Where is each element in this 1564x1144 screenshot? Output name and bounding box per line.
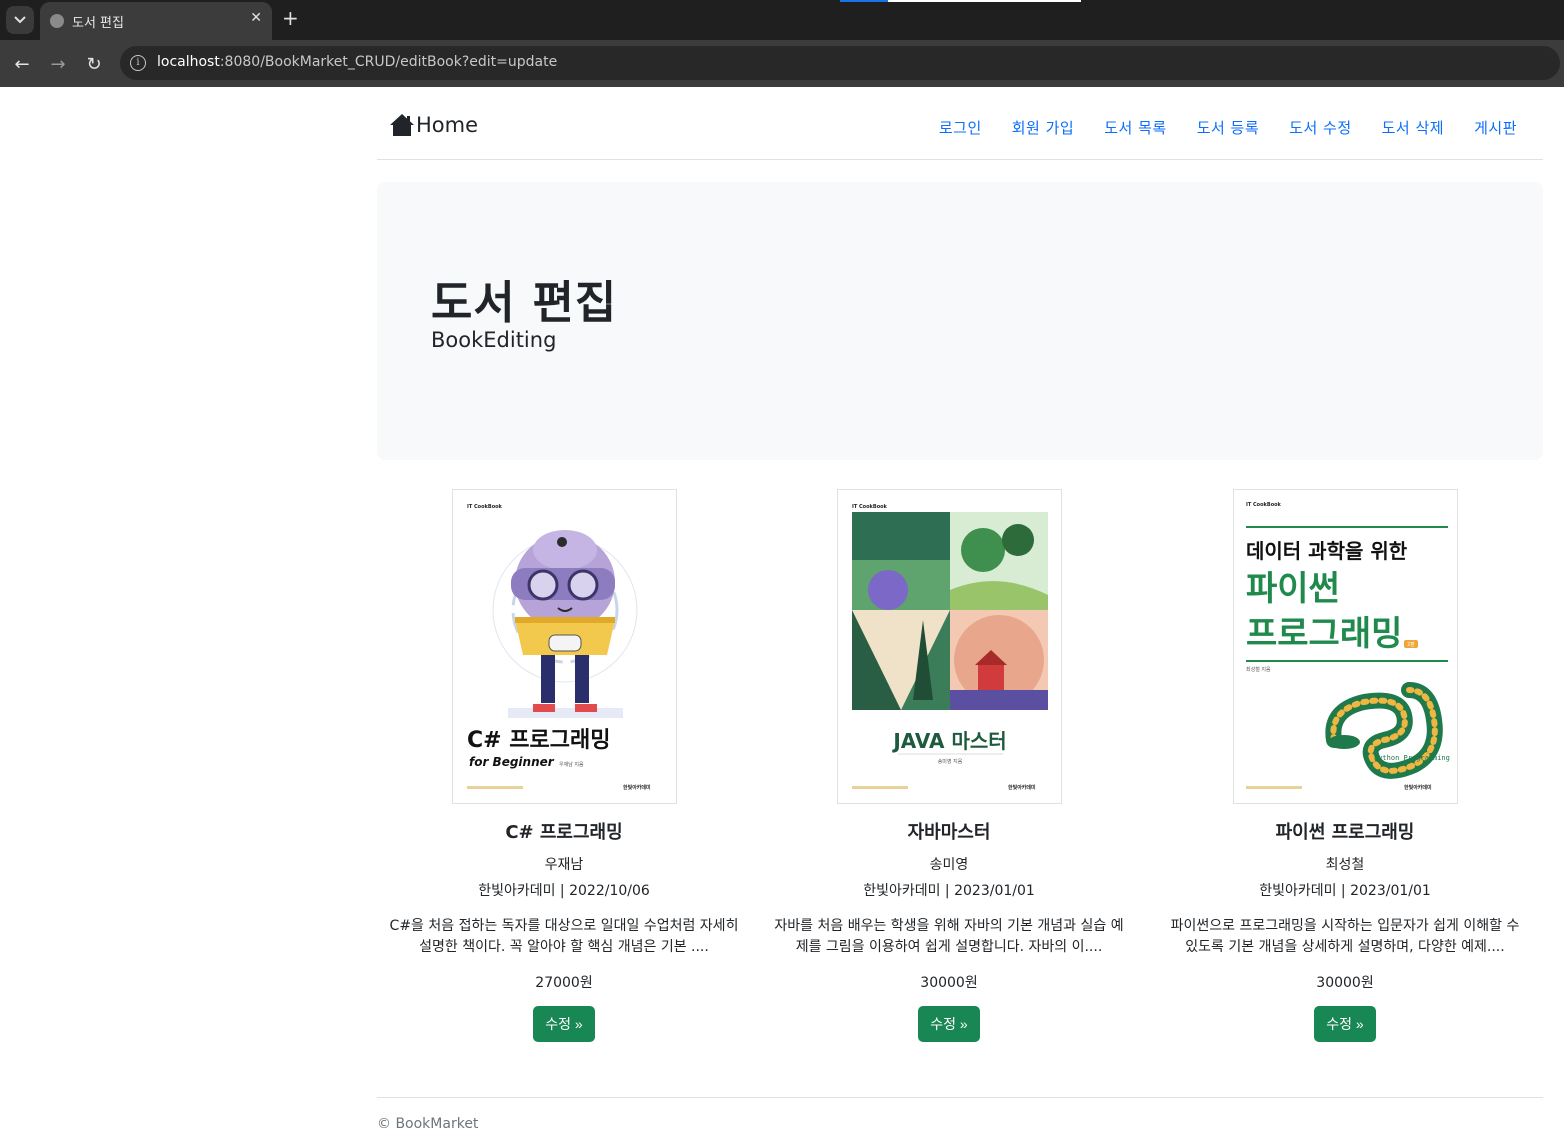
nav-book-delete[interactable]: 도서 삭제 — [1382, 117, 1444, 138]
forward-icon[interactable]: → — [46, 52, 70, 76]
cover-author: 우재남 지음 — [559, 761, 584, 768]
brand-label: Home — [416, 113, 479, 137]
nav-signup[interactable]: 회원 가입 — [1012, 117, 1074, 138]
url-text[interactable]: localhost:8080/BookMarket_CRUD/editBook?… — [157, 54, 557, 70]
chevron-down-icon — [14, 16, 26, 24]
cover-publisher: 한빛아카데미 — [1008, 784, 1036, 791]
book-publisher-date: 한빛아카데미 | 2022/10/06 — [478, 883, 650, 899]
python-cover-art: IT CookBook 데이터 과학을 위한 파이썬 프로그래밍 2판 최성철 … — [1233, 490, 1457, 803]
book-title: 파이썬 프로그래밍 — [1275, 822, 1415, 843]
globe-icon — [50, 14, 64, 28]
home-link[interactable]: Home — [389, 113, 478, 137]
browser-tab[interactable]: 도서 편집 ✕ — [40, 2, 272, 40]
book-card: IT CookBook 데이터 과학을 위한 파이썬 프로그래밍 2판 최성철 … — [1147, 489, 1543, 1042]
footer-text: © BookMarket — [377, 1116, 479, 1132]
java-cover-art: IT CookBook JAVA 마스터 송미영 지음 한빛아카데미 — [837, 490, 1061, 803]
tab-strip-accent — [840, 0, 888, 2]
jumbotron: 도서 편집 BookEditing — [377, 182, 1543, 460]
page-subtitle: BookEditing — [431, 328, 557, 352]
new-tab-icon[interactable]: + — [282, 8, 299, 28]
cover-python-label: Python Programming — [1374, 754, 1450, 762]
book-cover-python: IT CookBook 데이터 과학을 위한 파이썬 프로그래밍 2판 최성철 … — [1232, 489, 1458, 804]
book-card: IT CookBook C# 프로그래밍 for Beginner 우재남 지음… — [377, 489, 751, 1042]
cover-brand: IT CookBook — [1246, 502, 1282, 508]
browser-toolbar: ← → ↻ i localhost:8080/BookMarket_CRUD/e… — [0, 40, 1564, 87]
book-cover-java: IT CookBook JAVA 마스터 송미영 지음 한빛아카데미 — [836, 489, 1062, 804]
tab-search-button[interactable] — [6, 6, 34, 34]
book-author: 송미영 — [929, 857, 969, 873]
edit-button[interactable]: 수정 » — [918, 1006, 980, 1042]
cover-edition: 2판 — [1407, 641, 1415, 648]
book-author: 우재남 — [544, 857, 584, 873]
book-publisher-date: 한빛아카데미 | 2023/01/01 — [1259, 883, 1431, 899]
cover-line1: 데이터 과학을 위한 — [1246, 539, 1408, 563]
book-author: 최성철 — [1325, 857, 1365, 873]
nav-book-edit[interactable]: 도서 수정 — [1289, 117, 1351, 138]
cover-brand: IT CookBook — [852, 504, 888, 510]
cover-title: JAVA 마스터 — [891, 729, 1006, 753]
cover-subtitle: for Beginner — [469, 755, 555, 769]
book-description: 파이썬으로 프로그래밍을 시작하는 입문자가 쉽게 이해할 수 있도록 기본 개… — [1170, 918, 1520, 955]
cover-author: 최성철 지음 — [1246, 666, 1271, 673]
nav-book-add[interactable]: 도서 등록 — [1197, 117, 1259, 138]
nav-board[interactable]: 게시판 — [1474, 117, 1517, 138]
book-description: C#을 처음 접하는 독자를 대상으로 일대일 수업처럼 자세히 설명한 책이다… — [389, 918, 739, 955]
book-cover-csharp: IT CookBook C# 프로그래밍 for Beginner 우재남 지음… — [451, 489, 677, 804]
book-list: IT CookBook C# 프로그래밍 for Beginner 우재남 지음… — [377, 489, 1543, 1042]
cover-author: 송미영 지음 — [937, 758, 962, 765]
cover-publisher: 한빛아카데미 — [623, 784, 651, 791]
nav-links: 로그인 회원 가입 도서 목록 도서 등록 도서 수정 도서 삭제 게시판 — [909, 117, 1517, 138]
tab-strip-highlight — [888, 0, 1081, 2]
cover-title: C# 프로그래밍 — [467, 728, 610, 753]
book-description: 자바를 처음 배우는 학생을 위해 자바의 기본 개념과 실습 예제를 그림을 … — [774, 918, 1124, 955]
book-price: 30000원 — [920, 975, 978, 991]
back-icon[interactable]: ← — [10, 52, 34, 76]
cover-publisher: 한빛아카데미 — [1404, 784, 1432, 791]
info-icon[interactable]: i — [130, 55, 146, 71]
book-card: IT CookBook JAVA 마스터 송미영 지음 한빛아카데미 자바마스터… — [751, 489, 1147, 1042]
browser-tab-bar: 도서 편집 ✕ + — [0, 0, 1564, 40]
book-publisher-date: 한빛아카데미 | 2023/01/01 — [863, 883, 1035, 899]
book-title: C# 프로그래밍 — [505, 822, 623, 843]
edit-button[interactable]: 수정 » — [533, 1006, 595, 1042]
close-icon[interactable]: ✕ — [250, 10, 262, 26]
nav-login[interactable]: 로그인 — [939, 117, 982, 138]
address-bar[interactable]: i localhost:8080/BookMarket_CRUD/editBoo… — [120, 46, 1560, 80]
reload-icon[interactable]: ↻ — [82, 52, 106, 76]
book-title: 자바마스터 — [907, 822, 991, 843]
edit-button[interactable]: 수정 » — [1314, 1006, 1376, 1042]
cover-line3: 프로그래밍 — [1246, 614, 1402, 654]
house-icon — [390, 114, 414, 136]
nav-book-list[interactable]: 도서 목록 — [1104, 117, 1166, 138]
book-price: 30000원 — [1316, 975, 1374, 991]
cover-brand: IT CookBook — [467, 504, 503, 510]
tab-title: 도서 편집 — [72, 16, 124, 31]
csharp-cover-art: IT CookBook C# 프로그래밍 for Beginner 우재남 지음… — [452, 490, 676, 803]
cover-line2: 파이썬 — [1246, 569, 1340, 609]
page-container: Home 로그인 회원 가입 도서 목록 도서 등록 도서 수정 도서 삭제 게… — [377, 87, 1543, 1132]
book-price: 27000원 — [535, 975, 593, 991]
navbar: Home 로그인 회원 가입 도서 목록 도서 등록 도서 수정 도서 삭제 게… — [377, 87, 1543, 160]
page-title: 도서 편집 — [431, 276, 618, 329]
footer: © BookMarket — [377, 1097, 1543, 1132]
